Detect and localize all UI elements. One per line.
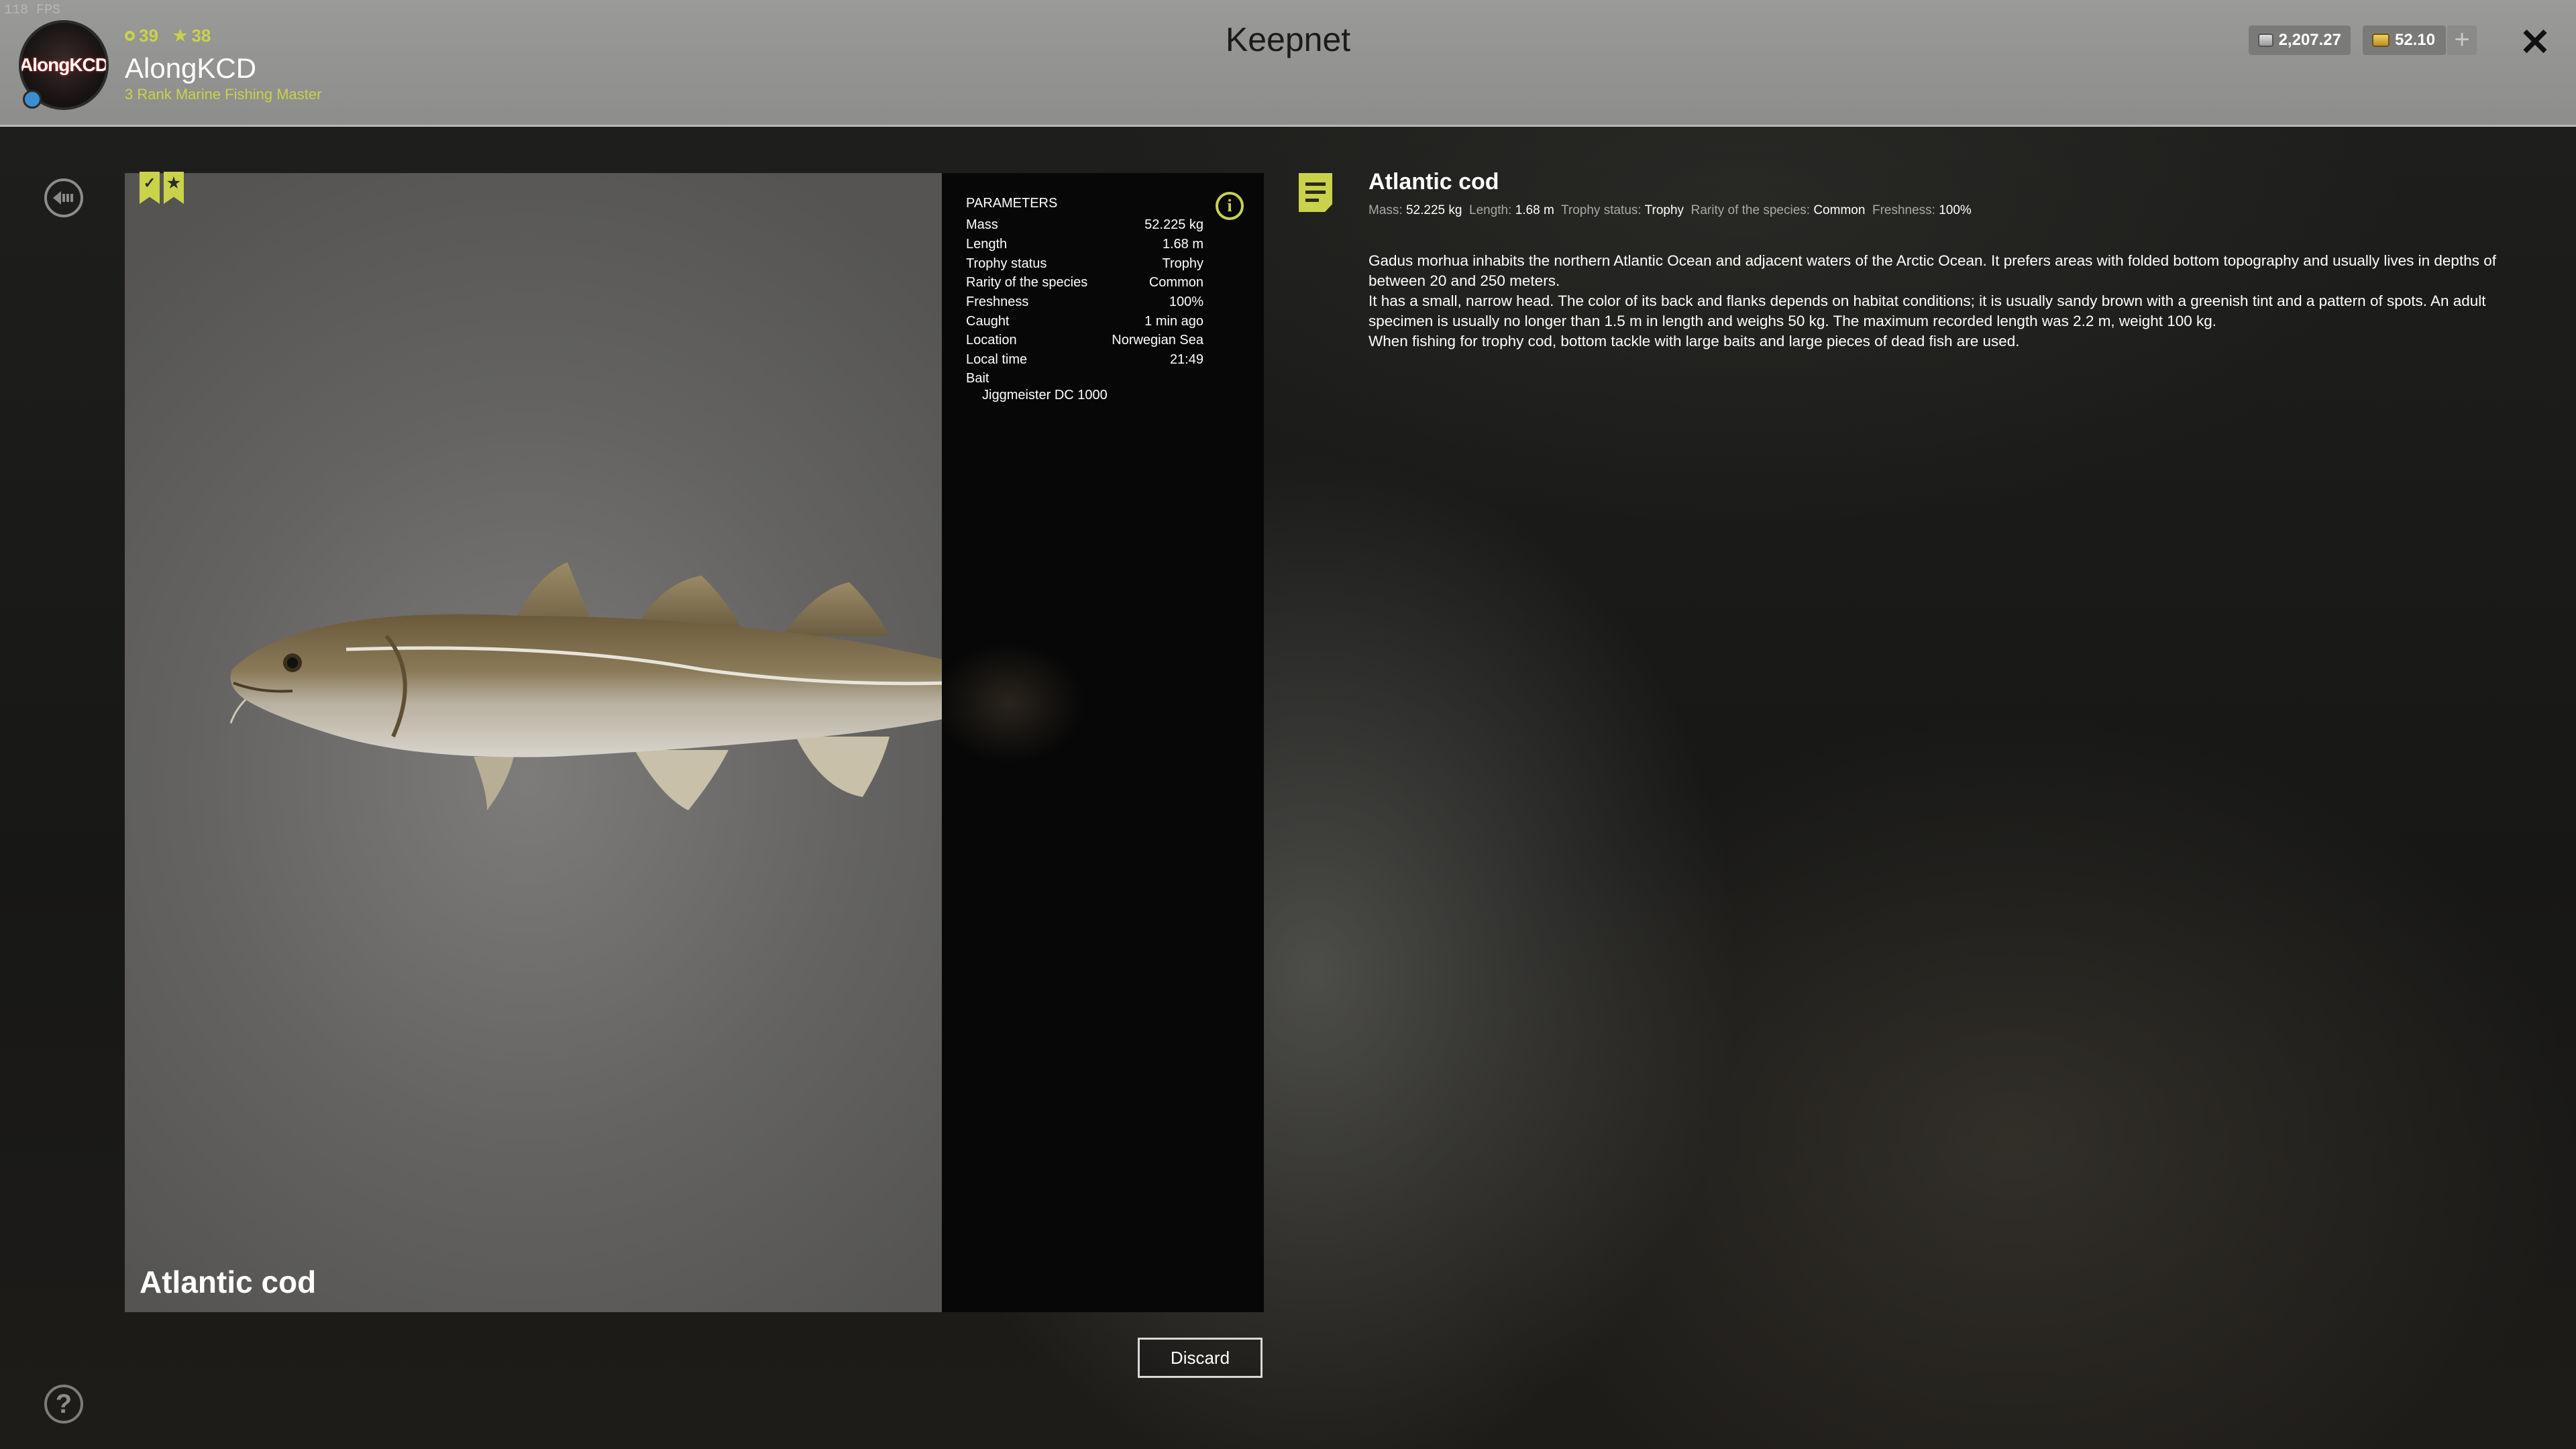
add-currency-button[interactable]: + <box>2447 25 2477 55</box>
atlantic-cod-image <box>229 562 942 810</box>
param-label: Mass <box>966 217 998 232</box>
top-bar: 118 FPS AlongKCD 39 ★ 38 AlongKCD 3 Rank… <box>0 0 2576 127</box>
param-label: Freshness <box>966 294 1029 309</box>
gold-amount: 52.10 <box>2395 31 2436 49</box>
status-indicator <box>23 90 42 109</box>
note-icon <box>1299 173 1332 212</box>
param-label: Caught <box>966 314 1010 329</box>
param-value: Common <box>1148 275 1203 290</box>
fps-counter: 118 FPS <box>4 3 61 18</box>
param-label: Rarity of the species <box>966 275 1088 290</box>
parameters-panel: PARAMETERS i Mass 52.225 kg Length 1.68 … <box>942 173 1264 1312</box>
page-title: Keepnet <box>1225 21 1351 58</box>
star-bookmark-icon[interactable]: ★ <box>164 172 184 204</box>
info-icon[interactable]: i <box>1216 192 1244 220</box>
summary-length: 1.68 m <box>1515 203 1554 217</box>
param-value: 52.225 kg <box>1144 217 1203 232</box>
param-label: Local time <box>966 352 1028 367</box>
param-row-mass: Mass 52.225 kg <box>966 217 1203 233</box>
description-paragraph: Gadus morhua inhabits the northern Atlan… <box>1368 252 2496 289</box>
fish-name: Atlantic cod <box>140 1265 317 1299</box>
player-rank: 3 Rank Marine Fishing Master <box>125 86 322 103</box>
param-row-trophy: Trophy status Trophy <box>966 256 1203 272</box>
param-value: 21:49 <box>1169 352 1203 367</box>
param-label: Length <box>966 237 1008 252</box>
param-label: Trophy status <box>966 256 1047 271</box>
description-title: Atlantic cod <box>1368 169 1499 195</box>
description-summary: Mass: 52.225 kg Length: 1.68 m Trophy st… <box>1368 203 1972 218</box>
param-row-bait: Bait <box>966 371 1203 386</box>
back-arrow-icon[interactable] <box>44 178 83 217</box>
gold-currency[interactable]: 52.10 <box>2363 25 2446 55</box>
param-label: Location <box>966 333 1017 347</box>
silver-coin-icon <box>2258 34 2273 47</box>
summary-length-label: Length: <box>1469 203 1512 217</box>
star-value: 38 <box>191 25 211 46</box>
summary-trophy: Trophy <box>1644 203 1684 217</box>
back-arrow-glyph <box>53 191 73 205</box>
summary-freshness: 100% <box>1939 203 1972 217</box>
player-stats: 39 ★ 38 <box>125 25 211 46</box>
silver-currency[interactable]: 2,207.27 <box>2249 25 2351 55</box>
description-paragraph: When fishing for trophy cod, bottom tack… <box>1368 333 2020 350</box>
star-stat: ★ 38 <box>173 25 211 46</box>
parameters-heading: PARAMETERS <box>966 196 1058 211</box>
param-row-location: Location Norwegian Sea <box>966 333 1203 348</box>
param-row-caught: Caught 1 min ago <box>966 314 1203 329</box>
description-paragraph: It has a small, narrow head. The color o… <box>1368 292 2486 329</box>
fish-viewer[interactable]: Atlantic cod <box>125 173 942 1312</box>
param-value: Norwegian Sea <box>1112 333 1203 347</box>
discard-button[interactable]: Discard <box>1138 1338 1263 1378</box>
summary-rarity: Common <box>1813 203 1866 217</box>
summary-mass-label: Mass: <box>1368 203 1403 217</box>
help-icon[interactable]: ? <box>44 1385 83 1424</box>
avatar-logo-text: AlongKCD <box>19 54 108 75</box>
star-icon: ★ <box>172 27 188 45</box>
silver-amount: 2,207.27 <box>2278 31 2341 49</box>
param-value: 1.68 m <box>1162 237 1203 252</box>
bait-label: Bait <box>966 371 989 386</box>
check-bookmark-icon[interactable]: ✓ <box>140 172 160 204</box>
level-ring-icon <box>125 31 135 41</box>
summary-rarity-label: Rarity of the species: <box>1690 203 1811 217</box>
param-row-rarity: Rarity of the species Common <box>966 275 1203 290</box>
param-row-length: Length 1.68 m <box>966 237 1203 252</box>
param-value: 100% <box>1169 294 1203 309</box>
level-stat: 39 <box>125 25 158 46</box>
summary-mass: 52.225 kg <box>1405 203 1462 217</box>
summary-freshness-label: Freshness: <box>1872 203 1935 217</box>
close-icon[interactable]: ✕ <box>2517 23 2553 61</box>
player-name: AlongKCD <box>125 52 257 84</box>
param-value: 1 min ago <box>1144 314 1203 329</box>
description-body: Gadus morhua inhabits the northern Atlan… <box>1368 251 2536 352</box>
param-row-freshness: Freshness 100% <box>966 294 1203 310</box>
bait-value: Jiggmeister DC 1000 <box>982 388 1108 402</box>
tail-shadow <box>942 616 1143 790</box>
summary-trophy-label: Trophy status: <box>1561 203 1642 217</box>
param-value: Trophy <box>1162 256 1203 271</box>
param-row-local-time: Local time 21:49 <box>966 352 1203 368</box>
level-value: 39 <box>139 25 158 46</box>
gold-coin-icon <box>2372 34 2390 47</box>
bookmarks: ✓ ★ <box>140 172 184 204</box>
